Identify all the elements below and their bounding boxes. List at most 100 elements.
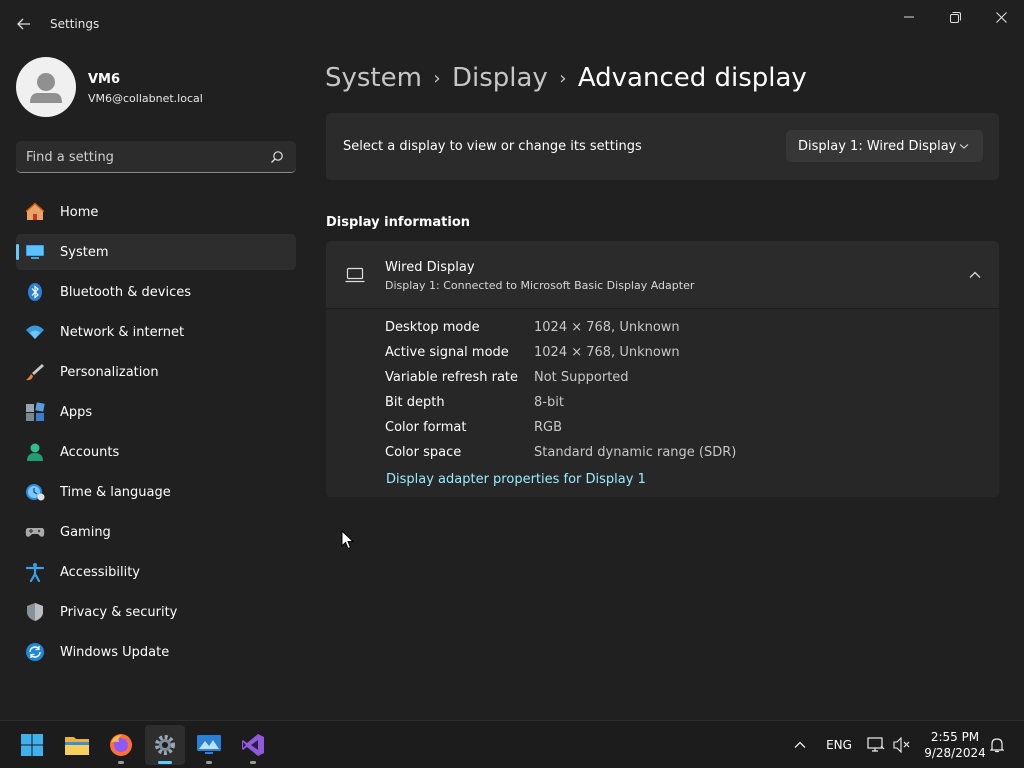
file-explorer-icon — [65, 737, 89, 755]
breadcrumb-chevron-icon: › — [433, 67, 441, 89]
minimize-button[interactable] — [886, 2, 932, 32]
taskbar-remote-desktop[interactable] — [189, 725, 229, 765]
info-row-color-format: Color format RGB — [385, 420, 985, 440]
display-adapter-properties-link[interactable]: Display adapter properties for Display 1 — [386, 472, 646, 487]
time-language-icon — [25, 482, 45, 502]
speaker-muted-icon — [893, 737, 910, 753]
info-key: Variable refresh rate — [385, 370, 519, 385]
sidebar-item-label: Apps — [60, 405, 93, 420]
minimize-icon — [904, 16, 914, 18]
sidebar-item-privacy-security[interactable]: Privacy & security — [16, 594, 296, 630]
sidebar-item-label: Windows Update — [60, 645, 170, 660]
info-row-active-signal-mode: Active signal mode 1024 × 768, Unknown — [385, 345, 985, 365]
page-title: Advanced display — [577, 63, 807, 93]
display-dropdown[interactable]: Display 1: Wired Display — [786, 130, 983, 162]
sidebar-item-label: Network & internet — [60, 325, 185, 340]
info-value: 8-bit — [534, 395, 564, 410]
network-monitor-icon — [867, 737, 885, 752]
sidebar-item-accounts[interactable]: Accounts — [16, 434, 296, 470]
sidebar-item-label: Personalization — [60, 365, 159, 380]
start-icon — [21, 734, 43, 756]
avatar — [16, 57, 76, 117]
sidebar-item-label: Accessibility — [60, 565, 140, 580]
sidebar-item-gaming[interactable]: Gaming — [16, 514, 296, 550]
remote-desktop-icon — [197, 735, 221, 754]
chevron-down-icon — [959, 144, 969, 149]
info-row-bit-depth: Bit depth 8-bit — [385, 395, 985, 415]
sidebar-item-label: System — [60, 245, 109, 260]
sidebar-item-apps[interactable]: Apps — [16, 394, 296, 430]
display-name: Wired Display — [385, 260, 475, 275]
windows-update-icon — [25, 642, 45, 662]
running-indicator — [158, 761, 172, 764]
sidebar-item-bluetooth[interactable]: Bluetooth & devices — [16, 274, 296, 310]
laptop-icon — [345, 267, 365, 283]
network-status[interactable] — [864, 721, 888, 768]
sidebar-item-network[interactable]: Network & internet — [16, 314, 296, 350]
taskbar-firefox[interactable] — [101, 725, 141, 765]
home-icon — [25, 202, 45, 222]
sidebar-item-system[interactable]: System — [16, 234, 296, 270]
show-hidden-icons-button[interactable] — [788, 721, 812, 768]
sidebar-item-label: Gaming — [60, 525, 111, 540]
taskbar-file-explorer[interactable] — [57, 725, 97, 765]
info-key: Active signal mode — [385, 345, 509, 360]
close-button[interactable] — [978, 2, 1024, 32]
running-indicator — [206, 761, 212, 764]
sidebar-item-accessibility[interactable]: Accessibility — [16, 554, 296, 590]
sidebar-item-label: Home — [60, 205, 99, 220]
search-box[interactable] — [16, 141, 296, 173]
taskbar-settings[interactable] — [145, 725, 185, 765]
display-select-card: Select a display to view or change its s… — [326, 113, 999, 180]
chevron-up-icon — [969, 271, 981, 278]
breadcrumb: System › Display › Advanced display — [325, 58, 807, 98]
notifications-button[interactable] — [986, 721, 1008, 768]
user-profile[interactable]: VM6 VM6@collabnet.local — [16, 57, 296, 117]
app-title: Settings — [50, 17, 100, 31]
sidebar-item-time-language[interactable]: Time & language — [16, 474, 296, 510]
sidebar-item-personalization[interactable]: Personalization — [16, 354, 296, 390]
info-key: Color format — [385, 420, 467, 435]
restore-button[interactable] — [932, 2, 978, 32]
display-subtitle: Display 1: Connected to Microsoft Basic … — [385, 279, 695, 292]
close-icon — [995, 11, 1007, 23]
info-key: Color space — [385, 445, 462, 460]
info-value: RGB — [534, 420, 563, 435]
sidebar-item-home[interactable]: Home — [16, 194, 296, 230]
back-button[interactable] — [12, 10, 36, 38]
search-input[interactable] — [26, 148, 256, 166]
sidebar-item-label: Time & language — [60, 485, 171, 500]
clock-date: 9/28/2024 — [924, 746, 986, 760]
info-key: Desktop mode — [385, 320, 480, 335]
collapse-button[interactable] — [965, 267, 985, 283]
taskbar-visual-studio[interactable] — [233, 725, 273, 765]
visual-studio-icon — [242, 734, 264, 756]
chevron-up-icon — [794, 741, 806, 748]
system-icon — [25, 242, 45, 262]
info-key: Bit depth — [385, 395, 445, 410]
search-icon[interactable] — [270, 150, 284, 164]
user-avatar-icon — [30, 73, 62, 103]
sidebar-item-windows-update[interactable]: Windows Update — [16, 634, 296, 670]
info-row-variable-refresh-rate: Variable refresh rate Not Supported — [385, 370, 985, 390]
start-button[interactable] — [12, 725, 52, 765]
apps-icon — [25, 402, 45, 422]
info-value: 1024 × 768, Unknown — [534, 345, 680, 360]
info-value: 1024 × 768, Unknown — [534, 320, 680, 335]
privacy-shield-icon — [25, 602, 45, 622]
language-indicator[interactable]: ENG — [822, 721, 856, 768]
bell-icon — [990, 738, 1004, 753]
sidebar-item-label: Accounts — [60, 445, 120, 460]
firefox-icon — [110, 734, 132, 756]
volume-status[interactable] — [890, 721, 914, 768]
info-row-desktop-mode: Desktop mode 1024 × 768, Unknown — [385, 320, 985, 340]
mouse-cursor-icon — [341, 530, 355, 550]
accounts-icon — [25, 442, 45, 462]
gaming-icon — [25, 522, 45, 542]
network-icon — [25, 322, 45, 342]
clock[interactable]: 2:55 PM 9/28/2024 — [920, 729, 990, 761]
breadcrumb-system[interactable]: System — [325, 63, 422, 93]
breadcrumb-display[interactable]: Display — [452, 63, 548, 93]
info-value: Standard dynamic range (SDR) — [534, 445, 737, 460]
display-info-header[interactable]: Wired Display Display 1: Connected to Mi… — [326, 241, 999, 308]
